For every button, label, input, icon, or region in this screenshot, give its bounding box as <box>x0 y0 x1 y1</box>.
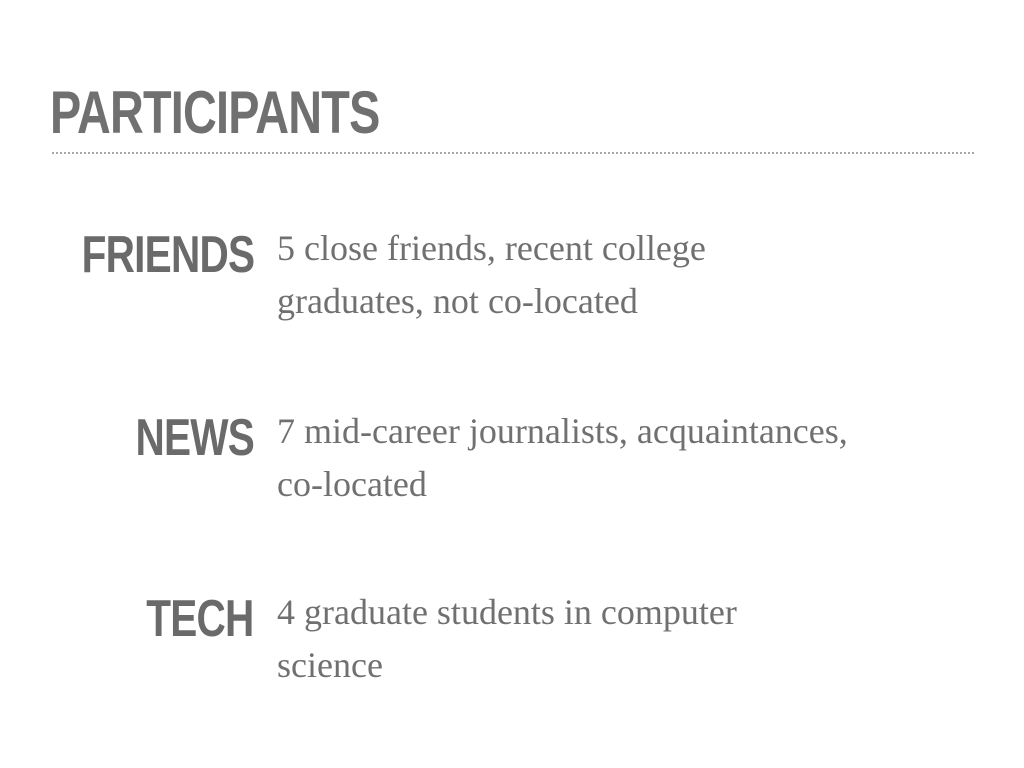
group-label-friends: FRIENDS <box>81 226 254 284</box>
slide-title: PARTICIPANTS <box>50 79 380 146</box>
description-line: graduates, not co-located <box>277 281 638 321</box>
group-label-news: NEWS <box>135 409 254 467</box>
description-line: science <box>277 645 383 685</box>
group-description-news: 7 mid-career journalists, acquaintances,… <box>277 405 977 511</box>
group-description-tech: 4 graduate students in computer science <box>277 586 977 692</box>
group-description-friends: 5 close friends, recent college graduate… <box>277 222 977 328</box>
dotted-divider <box>52 152 974 154</box>
description-line: co-located <box>277 464 427 504</box>
description-line: 4 graduate students in computer <box>277 592 737 632</box>
description-line: 5 close friends, recent college <box>277 228 706 268</box>
description-line: 7 mid-career journalists, acquaintances, <box>277 411 848 451</box>
slide: PARTICIPANTS FRIENDS 5 close friends, re… <box>0 0 1024 768</box>
group-label-tech: TECH <box>146 590 255 648</box>
